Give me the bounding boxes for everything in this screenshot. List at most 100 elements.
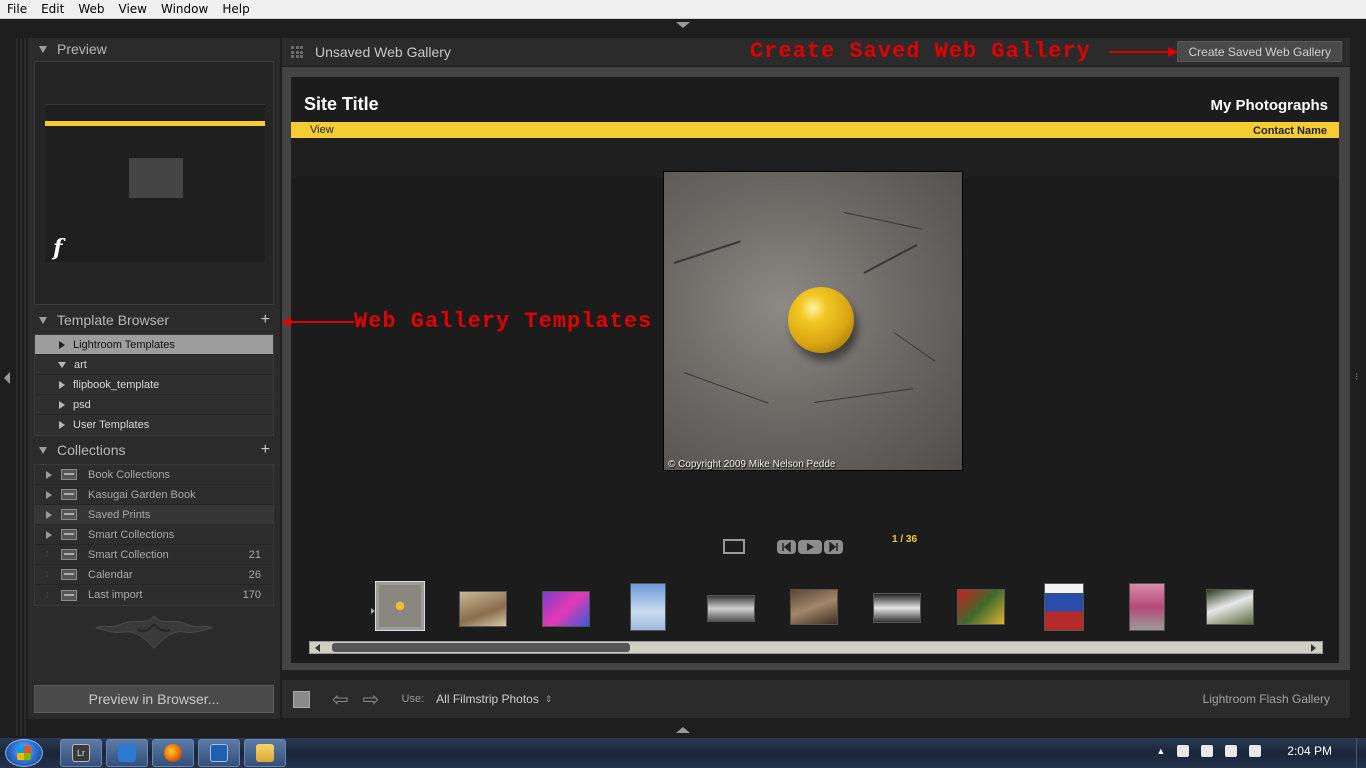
menu-window[interactable]: Window	[154, 2, 215, 16]
tray-flag-icon[interactable]	[1201, 745, 1214, 757]
menu-view[interactable]: View	[112, 2, 154, 16]
collection-set-row[interactable]: Saved Prints	[35, 505, 273, 525]
thumbnail[interactable]	[957, 589, 1005, 625]
collection-set-row[interactable]: Book Collections	[35, 465, 273, 485]
menu-edit[interactable]: Edit	[34, 2, 71, 16]
filmstrip-toggle-icon[interactable]	[676, 727, 690, 733]
template-folder-lightroom[interactable]: Lightroom Templates	[35, 335, 273, 355]
expand-triangle-icon[interactable]	[46, 530, 52, 539]
thumbnail[interactable]	[542, 591, 590, 627]
template-folder-psd[interactable]: psd	[35, 395, 273, 415]
expand-triangle-icon[interactable]	[46, 490, 52, 499]
template-folder-user[interactable]: User Templates	[35, 415, 273, 435]
collections-header[interactable]: Collections +	[28, 439, 280, 461]
show-desktop-button[interactable]	[1356, 738, 1366, 768]
gallery-title: Unsaved Web Gallery	[315, 44, 451, 60]
stop-icon[interactable]	[293, 690, 310, 708]
add-template-icon[interactable]: +	[261, 311, 270, 329]
show-hidden-icons-icon[interactable]: ▲	[1156, 746, 1165, 756]
collection-row[interactable]: ⁞ Last import 170	[35, 585, 273, 605]
expand-triangle-icon[interactable]	[46, 470, 52, 479]
thumbnail[interactable]	[375, 581, 425, 631]
fullscreen-icon[interactable]	[723, 539, 745, 554]
taskbar-firefox[interactable]	[152, 739, 194, 767]
expand-triangle-icon[interactable]	[46, 510, 52, 519]
expand-triangle-icon[interactable]	[59, 400, 65, 409]
start-button[interactable]	[5, 739, 43, 767]
annotation-arrow-head-icon	[281, 317, 291, 327]
left-panel: Preview f Template Browser + Lightroom T…	[28, 38, 280, 719]
filmstrip-scrollbar[interactable]	[309, 641, 1323, 654]
play-icon[interactable]	[798, 539, 822, 554]
collection-label: Saved Prints	[88, 508, 151, 521]
expand-triangle-icon[interactable]	[59, 421, 65, 429]
collection-set-row[interactable]: Kasugai Garden Book	[35, 485, 273, 505]
template-list: Lightroom Templates art flipbook_templat…	[34, 334, 274, 436]
template-folder-label: art	[74, 358, 87, 371]
gallery-nav-bar: View Contact Name	[291, 122, 1339, 138]
taskbar-explorer[interactable]	[244, 739, 286, 767]
thumbnail[interactable]	[707, 595, 755, 622]
preview-panel-header[interactable]: Preview	[28, 38, 280, 60]
expand-triangle-icon[interactable]	[59, 380, 65, 389]
collection-row[interactable]: ⁞ Calendar 26	[35, 565, 273, 585]
forward-arrow-icon[interactable]: ⇨	[363, 687, 380, 711]
annotation-arrow-line	[1110, 51, 1170, 53]
collection-row[interactable]: ⁞ Smart Collection 21	[35, 545, 273, 565]
scroll-right-icon[interactable]	[1311, 644, 1317, 652]
next-icon[interactable]	[824, 539, 843, 554]
thumbnail[interactable]	[459, 591, 507, 627]
taskbar-app[interactable]	[198, 739, 240, 767]
view-menu-link[interactable]: View	[310, 124, 334, 136]
annotation-arrow-head-icon	[1168, 47, 1178, 57]
contact-name-link[interactable]: Contact Name	[1253, 125, 1327, 137]
firefox-icon	[164, 744, 182, 762]
scroll-left-icon[interactable]	[315, 644, 321, 652]
create-saved-web-gallery-button[interactable]: Create Saved Web Gallery	[1177, 41, 1342, 62]
collection-set-row[interactable]: Smart Collections	[35, 525, 273, 545]
expand-triangle-icon[interactable]	[59, 340, 65, 349]
preview-panel-title: Preview	[57, 41, 107, 57]
thumbnail[interactable]	[1129, 583, 1165, 631]
collapse-triangle-icon	[39, 316, 47, 324]
thumbnail[interactable]	[630, 583, 666, 631]
collection-label: Calendar	[88, 568, 133, 581]
volume-icon[interactable]	[1225, 745, 1238, 757]
template-folder-label: flipbook_template	[73, 378, 160, 391]
thumbnail[interactable]	[1044, 583, 1084, 631]
template-browser-title: Template Browser	[57, 312, 170, 328]
back-arrow-icon[interactable]: ⇦	[332, 687, 349, 711]
thumbnail[interactable]	[790, 589, 838, 625]
thumbnail[interactable]	[873, 593, 921, 623]
taskbar-twitter[interactable]	[106, 739, 148, 767]
previous-icon[interactable]	[777, 539, 796, 554]
use-source-select[interactable]: All Filmstrip Photos	[436, 692, 539, 706]
preview-accent-bar	[45, 121, 265, 126]
network-icon[interactable]	[1249, 745, 1262, 757]
collapse-triangle-icon[interactable]	[58, 361, 66, 368]
thumbnail[interactable]	[1206, 589, 1254, 625]
scrollbar-thumb[interactable]	[332, 643, 630, 652]
preview-in-browser-button[interactable]: Preview in Browser...	[34, 685, 274, 713]
drag-handle-icon: ⁞	[46, 570, 49, 579]
template-folder-art[interactable]: art	[35, 355, 273, 375]
menu-web[interactable]: Web	[71, 2, 111, 16]
menu-help[interactable]: Help	[215, 2, 256, 16]
clock[interactable]: 2:04 PM	[1287, 744, 1332, 758]
template-browser-header[interactable]: Template Browser +	[28, 309, 280, 331]
add-collection-icon[interactable]: +	[261, 441, 270, 459]
select-caret-icon[interactable]: ⇕	[545, 694, 553, 705]
template-folder-flipbook[interactable]: flipbook_template	[35, 375, 273, 395]
flash-logo-icon: f	[53, 235, 63, 261]
right-panel-handle-icon[interactable]: ⁝	[1355, 372, 1358, 383]
left-panel-toggle-icon[interactable]	[4, 372, 10, 384]
collection-count: 170	[242, 589, 261, 601]
template-folder-label: Lightroom Templates	[73, 338, 175, 351]
collection-count: 26	[248, 568, 261, 581]
menu-file[interactable]: File	[0, 2, 34, 16]
twitter-icon	[118, 744, 136, 762]
top-panel-toggle-icon[interactable]	[676, 22, 690, 28]
windows-logo-icon	[17, 746, 31, 760]
tray-app-icon[interactable]	[1177, 745, 1190, 757]
taskbar-lightroom[interactable]: Lr	[60, 739, 102, 767]
